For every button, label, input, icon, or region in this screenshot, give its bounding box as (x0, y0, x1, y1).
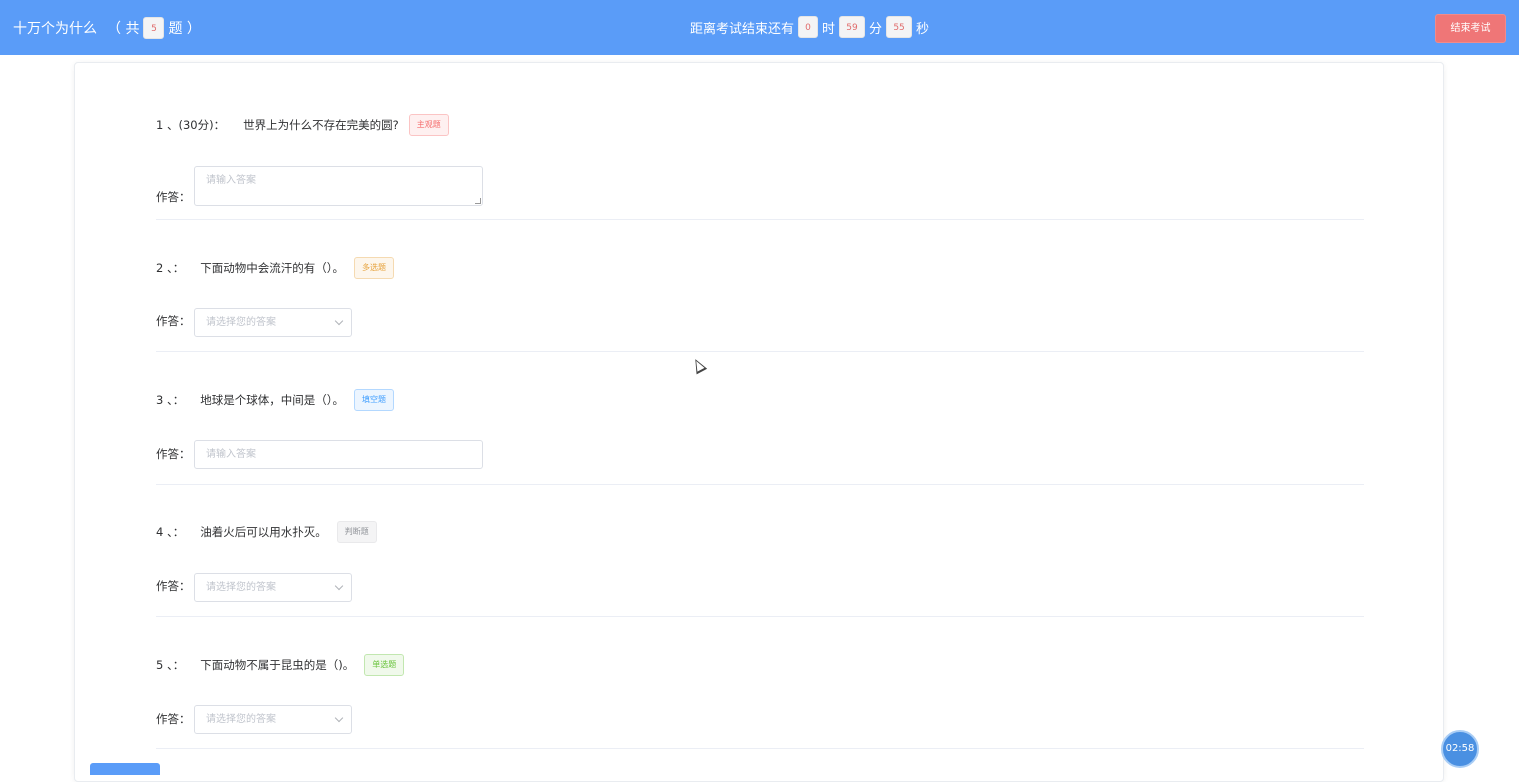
header-bar: 十万个为什么 （ 共 5 题 ） 距离考试结束还有 0 时 59 分 55 秒 … (0, 0, 1519, 55)
resize-handle-icon[interactable] (475, 198, 481, 204)
question-5-answer-label: 作答： (156, 712, 191, 726)
question-5-answer-select[interactable]: 请选择您的答案 (194, 705, 352, 734)
question-4-text: 油着火后可以用水扑灭。 (200, 525, 327, 539)
question-count-badge: 5 (143, 17, 165, 39)
question-count-prefix: （ 共 (107, 21, 140, 37)
question-5-text: 下面动物不属于昆虫的是（)。 (200, 658, 355, 672)
question-4-type-tag: 判断题 (336, 521, 377, 543)
question-5-number: 5 、： (156, 658, 185, 672)
end-exam-button[interactable]: 结束考试 (1435, 14, 1506, 43)
question-4-answer-label: 作答： (156, 579, 191, 593)
divider (156, 351, 1364, 352)
divider (156, 748, 1364, 749)
question-3-number: 3 、： (156, 393, 185, 407)
question-2-number: 2 、： (156, 261, 185, 275)
question-4-number: 4 、： (156, 525, 185, 539)
question-1-placeholder: 请输入答案 (206, 175, 256, 186)
question-5-type-tag: 单选题 (364, 654, 405, 676)
question-3-placeholder: 请输入答案 (206, 449, 256, 460)
seconds-unit: 秒 (916, 21, 930, 37)
question-1-answer-label: 作答： (156, 190, 191, 204)
question-5-placeholder: 请选择您的答案 (206, 714, 276, 725)
exam-title: 十万个为什么 （ 共 5 题 ） (13, 17, 201, 39)
question-3-answer-input[interactable]: 请输入答案 (194, 440, 483, 469)
question-2-type-tag: 多选题 (353, 257, 394, 279)
exam-countdown: 距离考试结束还有 0 时 59 分 55 秒 (690, 16, 929, 38)
countdown-label: 距离考试结束还有 (690, 21, 795, 37)
question-3-text: 地球是个球体，中间是（）。 (200, 393, 344, 407)
question-4-placeholder: 请选择您的答案 (206, 582, 276, 593)
divider (156, 484, 1364, 485)
question-4-header: 4 、： 油着火后可以用水扑灭。 判断题 (156, 521, 377, 543)
divider (156, 616, 1364, 617)
question-1-number: 1 、(30分)： (156, 118, 226, 132)
question-3-header: 3 、： 地球是个球体，中间是（）。 填空题 (156, 389, 394, 411)
chevron-down-icon (334, 581, 344, 591)
countdown-hours: 0 (798, 16, 819, 38)
question-4-answer-select[interactable]: 请选择您的答案 (194, 573, 352, 602)
question-5-header: 5 、： 下面动物不属于昆虫的是（)。 单选题 (156, 654, 405, 676)
minutes-unit: 分 (869, 21, 883, 37)
floating-timer[interactable]: 02:58 (1441, 730, 1479, 768)
question-3-type-tag: 填空题 (353, 389, 394, 411)
question-2-header: 2 、： 下面动物中会流汗的有（）。 多选题 (156, 257, 394, 279)
exam-name: 十万个为什么 (13, 21, 97, 37)
question-count-suffix: 题 ） (168, 21, 201, 37)
submit-button[interactable] (90, 763, 160, 775)
chevron-down-icon (334, 713, 344, 723)
chevron-down-icon (334, 316, 344, 326)
question-2-text: 下面动物中会流汗的有（）。 (200, 261, 344, 275)
countdown-minutes: 59 (839, 16, 866, 38)
question-2-answer-select[interactable]: 请选择您的答案 (194, 308, 352, 337)
question-1-answer-textarea[interactable]: 请输入答案 (194, 166, 483, 206)
question-3-answer-label: 作答： (156, 447, 191, 461)
question-1-text: 世界上为什么不存在完美的圆? (243, 118, 399, 132)
hours-unit: 时 (822, 21, 836, 37)
question-1-header: 1 、(30分)： 世界上为什么不存在完美的圆? 主观题 (156, 114, 449, 136)
question-1-type-tag: 主观题 (408, 114, 449, 136)
question-2-placeholder: 请选择您的答案 (206, 317, 276, 328)
question-2-answer-label: 作答： (156, 314, 191, 328)
divider (156, 219, 1364, 220)
countdown-seconds: 55 (886, 16, 913, 38)
